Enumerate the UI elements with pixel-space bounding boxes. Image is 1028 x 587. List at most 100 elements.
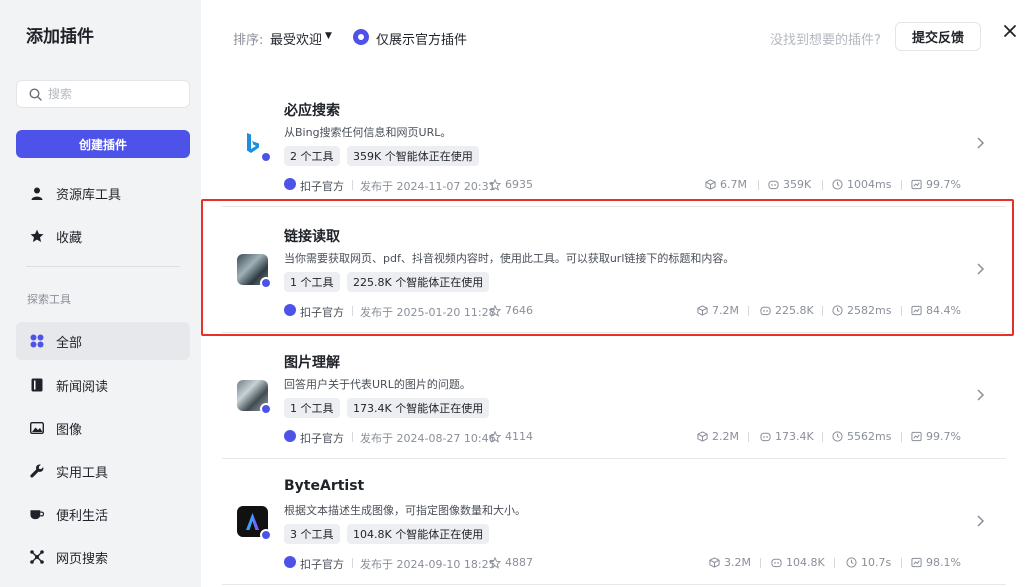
sidebar-item-library-tools[interactable]: 资源库工具 xyxy=(16,174,190,212)
chart-icon xyxy=(911,431,922,442)
sidebar-item-life[interactable]: 便利生活 xyxy=(16,495,190,533)
cube-icon xyxy=(709,557,720,568)
success-rate-stat: 98.1% xyxy=(911,556,961,569)
star-icon xyxy=(30,229,44,243)
grid-icon xyxy=(30,334,44,348)
calls-stat: 3.2M xyxy=(709,556,751,569)
star-outline-icon xyxy=(489,430,501,443)
create-plugin-button[interactable]: 创建插件 xyxy=(16,130,190,158)
separator xyxy=(901,180,902,190)
official-badge-icon xyxy=(260,403,272,415)
users-stat: 104.8K xyxy=(771,556,825,569)
chart-icon xyxy=(911,179,922,190)
sort-dropdown[interactable]: 最受欢迎 xyxy=(270,29,322,48)
clock-icon xyxy=(832,431,843,442)
search-box[interactable] xyxy=(16,80,190,108)
official-icon xyxy=(284,178,296,190)
chevron-right-icon[interactable] xyxy=(974,514,986,528)
latency-stat: 1004ms xyxy=(832,178,891,191)
plugin-description: 回答用户关于代表URL的图片的问题。 xyxy=(284,378,471,391)
person-icon xyxy=(30,186,44,200)
separator xyxy=(758,180,759,190)
favorite-count[interactable]: 4887 xyxy=(489,556,533,569)
calls-stat: 2.2M xyxy=(697,430,739,443)
sidebar-divider xyxy=(26,266,180,267)
bot-icon xyxy=(768,180,779,190)
tools-count-tag: 2 个工具 xyxy=(284,146,340,166)
separator xyxy=(760,558,761,568)
bot-icon xyxy=(771,558,782,568)
section-label: 探索工具 xyxy=(27,293,71,306)
sidebar-item-favorites[interactable]: 收藏 xyxy=(16,217,190,255)
sidebar-item-label: 便利生活 xyxy=(56,508,109,524)
cup-icon xyxy=(30,507,44,521)
caret-down-icon[interactable]: ▼ xyxy=(325,31,332,41)
official-icon xyxy=(284,556,296,568)
highlight-box xyxy=(201,199,1014,336)
sidebar-item-utility[interactable]: 实用工具 xyxy=(16,452,190,490)
chevron-right-icon[interactable] xyxy=(974,388,986,402)
sidebar-item-label: 新闻阅读 xyxy=(56,379,109,395)
users-stat: 359K xyxy=(768,178,811,191)
agents-count-tag: 173.4K 个智能体正在使用 xyxy=(347,398,490,418)
sidebar-item-image[interactable]: 图像 xyxy=(16,409,190,447)
separator xyxy=(748,432,749,442)
sidebar-item-label: 图像 xyxy=(56,422,83,438)
latency-stat: 5562ms xyxy=(832,430,891,443)
sidebar-item-web-search[interactable]: 网页搜索 xyxy=(16,538,190,576)
not-found-text: 没找到想要的插件? xyxy=(770,33,881,48)
feedback-button[interactable]: 提交反馈 xyxy=(895,22,981,51)
separator xyxy=(822,432,823,442)
favorite-count[interactable]: 6935 xyxy=(489,178,533,191)
sidebar-item-all[interactable]: 全部 xyxy=(16,322,190,360)
network-icon xyxy=(30,550,44,564)
agents-count-tag: 359K 个智能体正在使用 xyxy=(347,146,479,166)
plugin-card[interactable]: ByteArtist 根据文本描述生成图像，可指定图像数量和大小。 3 个工具 … xyxy=(222,458,1006,584)
favorite-count[interactable]: 4114 xyxy=(489,430,533,443)
chart-icon xyxy=(911,557,922,568)
separator xyxy=(352,180,353,190)
official-only-radio[interactable] xyxy=(353,29,369,45)
sidebar-item-label: 资源库工具 xyxy=(56,187,122,203)
author: 扣子官方 xyxy=(300,180,344,193)
chevron-right-icon[interactable] xyxy=(974,136,986,150)
plugin-name: 图片理解 xyxy=(284,355,340,371)
sidebar-item-news[interactable]: 新闻阅读 xyxy=(16,366,190,404)
wrench-icon xyxy=(30,464,44,478)
card-divider xyxy=(222,584,1006,585)
star-outline-icon xyxy=(489,556,501,569)
plugin-card[interactable]: 必应搜索 从Bing搜索任何信息和网页URL。 2 个工具 359K 个智能体正… xyxy=(222,80,1006,206)
agents-count-tag: 104.8K 个智能体正在使用 xyxy=(347,524,490,544)
separator xyxy=(901,558,902,568)
publish-date: 发布于 2024-09-10 18:25 xyxy=(360,558,496,571)
book-icon xyxy=(30,378,44,392)
author: 扣子官方 xyxy=(300,432,344,445)
image-icon xyxy=(30,421,44,435)
bot-icon xyxy=(760,432,771,442)
dialog-title: 添加插件 xyxy=(26,27,94,47)
official-badge-icon xyxy=(260,529,272,541)
official-icon xyxy=(284,430,296,442)
separator xyxy=(822,180,823,190)
users-stat: 173.4K xyxy=(760,430,814,443)
separator xyxy=(352,558,353,568)
search-icon xyxy=(29,87,42,101)
clock-icon xyxy=(846,557,857,568)
cube-icon xyxy=(705,179,716,190)
sidebar-item-label: 收藏 xyxy=(56,230,83,246)
sidebar-item-label: 网页搜索 xyxy=(56,551,109,567)
publish-date: 发布于 2024-08-27 10:46 xyxy=(360,432,496,445)
official-only-label[interactable]: 仅展示官方插件 xyxy=(376,29,467,48)
search-input[interactable] xyxy=(48,87,168,101)
success-rate-stat: 99.7% xyxy=(911,430,961,443)
clock-icon xyxy=(832,179,843,190)
close-icon[interactable] xyxy=(1003,24,1017,38)
plugin-name: 必应搜索 xyxy=(284,103,340,119)
author: 扣子官方 xyxy=(300,558,344,571)
official-badge-icon xyxy=(260,151,272,163)
publish-date: 发布于 2024-11-07 20:31 xyxy=(360,180,496,193)
plugin-card[interactable]: 图片理解 回答用户关于代表URL的图片的问题。 1 个工具 173.4K 个智能… xyxy=(222,332,1006,458)
separator xyxy=(901,432,902,442)
tools-count-tag: 3 个工具 xyxy=(284,524,340,544)
sort-label: 排序: xyxy=(233,33,264,48)
